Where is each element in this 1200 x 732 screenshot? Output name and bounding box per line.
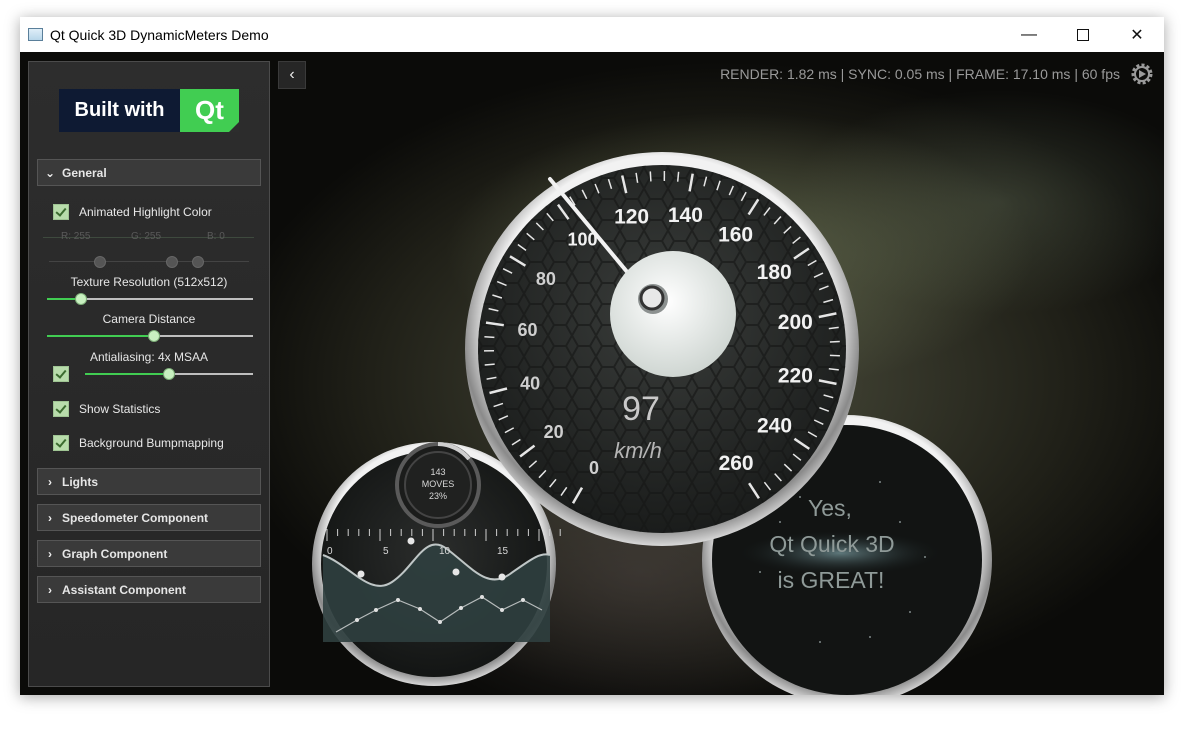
close-button[interactable]: ✕ [1114,17,1160,52]
speedometer: 020406080100120 140160180200220240260 97 … [465,152,859,546]
speed-tick-label: 20 [544,422,564,442]
speed-tick [676,171,680,182]
speed-tick-label: 60 [517,320,537,340]
speed-tick [649,171,652,182]
speed-tick [484,335,495,339]
moves-label: MOVES [422,479,455,489]
graph-axis-label: 10 [439,546,451,557]
speed-tick-label: 80 [536,269,556,289]
speed-tick-label: 40 [520,374,540,394]
assistant-line-3: is GREAT! [778,567,885,593]
graph-point [407,537,415,545]
moves-count: 143 [430,467,445,477]
speed-tick [829,340,840,343]
meters-svg: 0 5 10 15 143 MOVES 23% Yes, Qt Quick 3D… [312,152,992,695]
speed-tick-label: 140 [668,204,703,227]
title-bar: Qt Quick 3D DynamicMeters Demo — ✕ [20,17,1164,52]
moves-percent: 23% [429,491,447,501]
graph-point [498,573,506,581]
speed-unit: km/h [614,438,662,463]
maximize-icon [1077,28,1089,41]
speed-tick-label: 0 [589,458,599,478]
maximize-button[interactable] [1060,17,1106,52]
speed-tick-label: 120 [614,205,649,228]
window-title: Qt Quick 3D DynamicMeters Demo [50,27,269,43]
speed-tick-label: 220 [778,365,813,388]
minimize-button[interactable]: — [1006,17,1052,52]
speed-tick-label: 200 [778,311,813,334]
graph-point [452,568,460,576]
graph-point [357,570,365,578]
speed-tick [484,363,495,366]
graph-axis-label: 0 [327,546,333,557]
app-window: Qt Quick 3D DynamicMeters Demo — ✕ Built… [20,17,1164,695]
app-icon [28,28,43,41]
speed-tick-label: 260 [719,452,754,475]
assistant-line-1: Yes, [808,495,852,521]
speed-value: 97 [622,390,660,428]
speed-tick-label: 240 [757,414,792,437]
minimize-icon: — [1021,25,1037,43]
graph-axis-label: 15 [497,546,509,557]
speed-tick-label: 160 [718,224,753,247]
assistant-line-2: Qt Quick 3D [769,531,894,557]
scene-view[interactable]: Built with Qt ⌄ General Animated Highlig… [20,52,1164,695]
close-icon: ✕ [1130,26,1144,44]
speed-tick-label: 180 [757,261,792,284]
graph-axis-label: 5 [383,546,389,557]
